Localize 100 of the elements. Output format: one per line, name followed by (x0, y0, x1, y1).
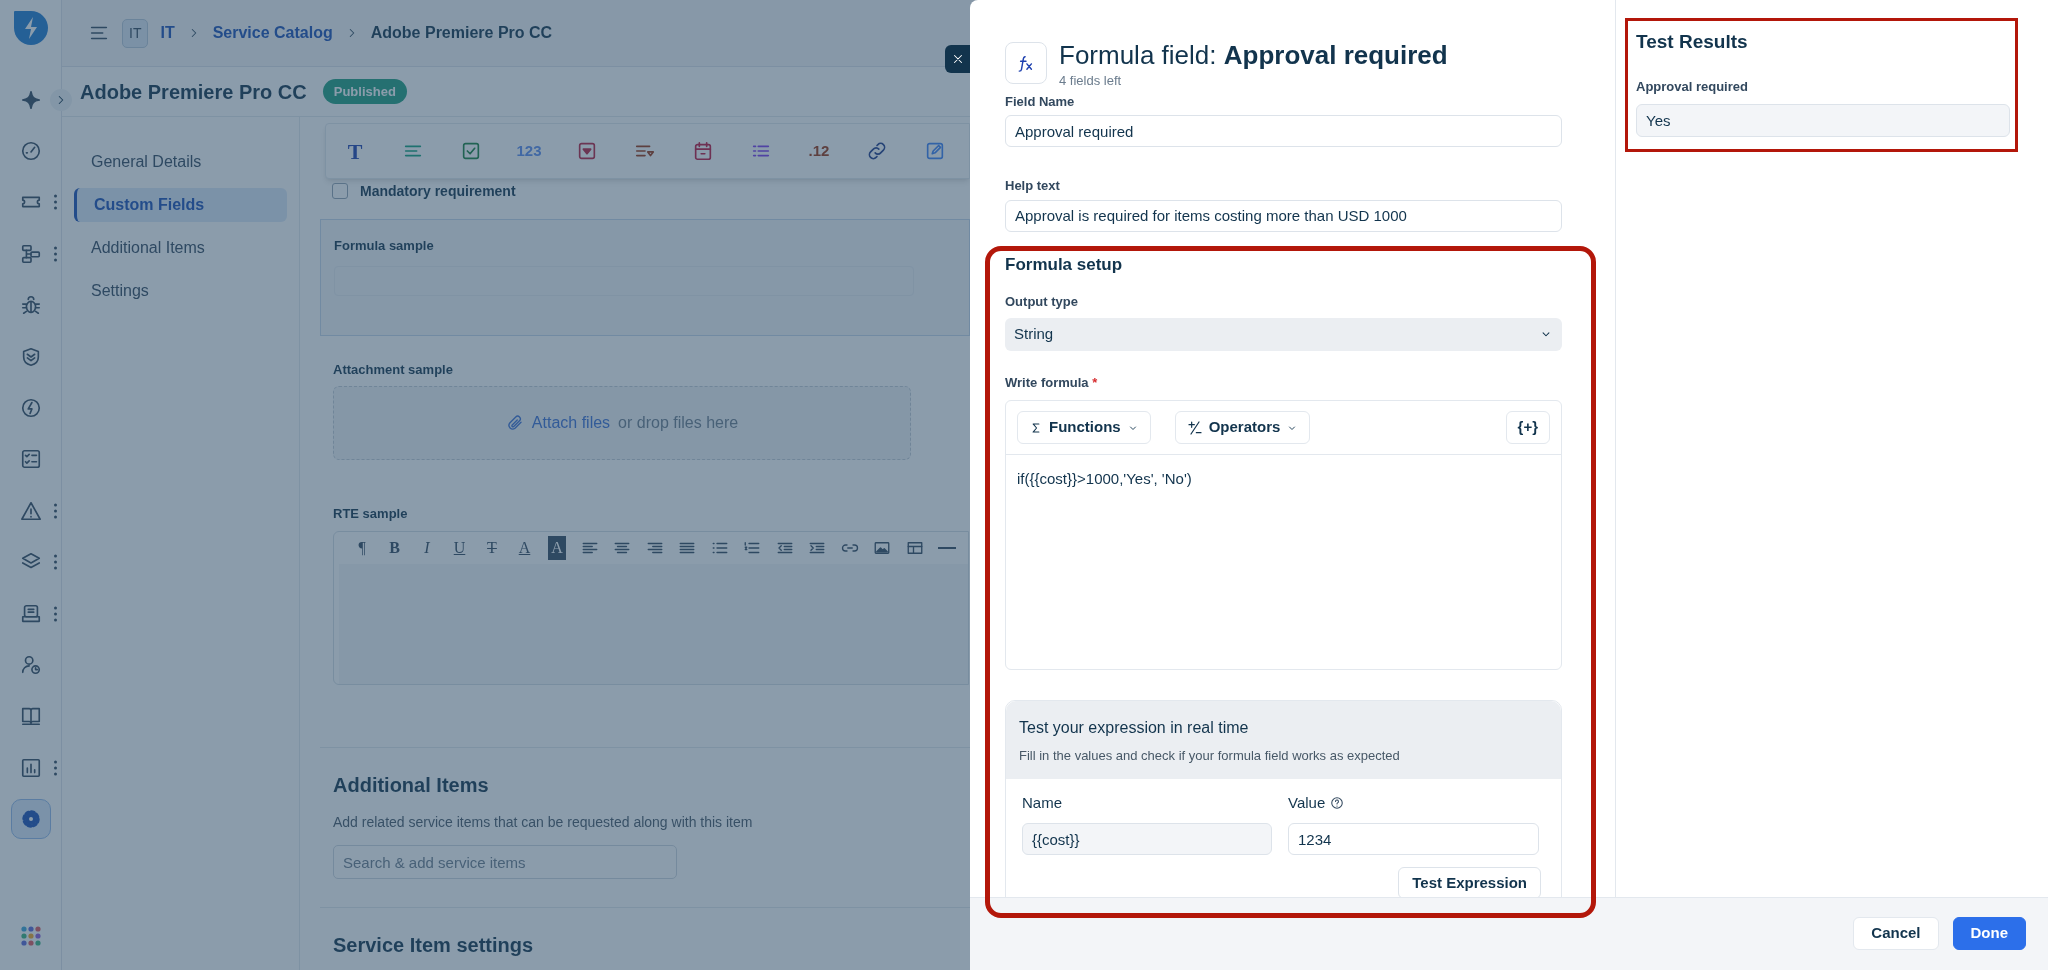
section-title: Service Item settings (333, 934, 534, 956)
settings-icon[interactable] (19, 808, 42, 831)
logo-icon[interactable] (12, 10, 49, 46)
file-dropzone[interactable]: Attach files or drop files here (333, 385, 911, 460)
laptop-icon[interactable] (19, 602, 42, 625)
field-type-button[interactable]: T (347, 134, 363, 168)
more-icon[interactable] (53, 606, 57, 622)
table-icon (905, 539, 924, 557)
calendar-icon (692, 140, 714, 162)
checkbox[interactable] (332, 183, 348, 199)
record-title: Adobe Premiere Pro CC (80, 79, 307, 105)
section-title: Additional Items (333, 773, 489, 798)
cancel-button[interactable]: Cancel (1853, 916, 1939, 950)
format-button[interactable] (873, 539, 891, 557)
format-button[interactable]: B (385, 536, 404, 560)
field-type-button[interactable] (866, 140, 888, 162)
breadcrumb-link[interactable]: IT (160, 21, 175, 45)
nav-item[interactable]: Additional Items (74, 231, 287, 265)
field-label: RTE sample (333, 504, 408, 523)
field-type-button[interactable] (924, 140, 946, 162)
toolbar-dropdown-button[interactable]: Functions (1017, 411, 1151, 444)
more-icon[interactable] (53, 554, 57, 570)
nav-item[interactable]: General Details (74, 145, 287, 179)
formula-editor[interactable]: Functions Operators {+} if({{cost}}>1000,'Yes', 'No') (1005, 400, 1562, 670)
section-description: Add related service items that can be requested along with this item (333, 813, 753, 832)
panel-title: Test your expression in real time (1019, 718, 1250, 738)
diagram-icon[interactable] (19, 242, 42, 265)
field-type-button[interactable]: .12 (808, 139, 830, 163)
function-icon (1017, 54, 1035, 72)
field-label: Field Name (1005, 92, 1076, 111)
close-icon (951, 52, 965, 66)
format-button[interactable]: I (418, 536, 436, 560)
link-icon (866, 140, 888, 162)
format-button[interactable]: T (483, 536, 501, 560)
insert-variable-button[interactable]: {+} (1505, 411, 1550, 444)
more-icon[interactable] (53, 194, 57, 210)
output-type-select[interactable]: String (1005, 317, 1562, 351)
attach-files-link[interactable]: Attach files (531, 410, 611, 435)
toolbar-dropdown-button[interactable]: Operators (1174, 411, 1311, 444)
checkbox-icon (460, 140, 482, 162)
field-label: Approval required (1636, 77, 1749, 96)
dropdown-icon (576, 140, 598, 162)
book-icon[interactable] (19, 705, 42, 728)
gauge-icon[interactable] (19, 140, 42, 163)
format-button[interactable]: U (450, 536, 469, 560)
format-button[interactable]: A (548, 536, 566, 560)
nav-item[interactable]: Custom Fields (74, 188, 287, 222)
panel-description: Fill in the values and check if your formula field works as expected (1019, 747, 1401, 765)
rail-item[interactable] (10, 799, 51, 840)
format-button[interactable]: A (515, 536, 534, 560)
results-title: Test Results (1636, 30, 1749, 54)
more-icon[interactable] (53, 760, 57, 776)
format-button[interactable] (905, 539, 924, 557)
checkbox-label: Mandatory requirement (360, 181, 516, 201)
modal-title: Formula field: Approval required (1059, 40, 1448, 70)
field-label: Attachment sample (333, 361, 453, 379)
checklist-icon[interactable] (19, 448, 42, 471)
field-label: Output type (1005, 293, 1079, 311)
help-icon[interactable] (1330, 795, 1345, 810)
field-label: Help text (1005, 177, 1061, 195)
field-type-button[interactable]: 123 (516, 139, 542, 163)
warning-icon[interactable] (19, 499, 42, 522)
dropzone-hint: or drop files here (618, 412, 739, 433)
breadcrumb-current[interactable]: Adobe Premiere Pro CC (370, 21, 553, 45)
rich-text-editor[interactable]: ¶ B I U T A A (333, 531, 969, 685)
text-field[interactable]: Approval is required for items costing more than USD 1000 (1005, 199, 1562, 232)
person-clock-icon[interactable] (19, 654, 42, 676)
workspace-badge: IT (122, 18, 149, 48)
image-icon (873, 539, 891, 557)
done-button[interactable]: Done (1952, 916, 2026, 950)
bar-chart-icon[interactable] (19, 756, 42, 779)
sparkle-icon[interactable] (19, 88, 42, 111)
status-badge: Published (322, 78, 407, 105)
text-field[interactable]: Approval required (1005, 115, 1562, 147)
nav-item[interactable]: Settings (74, 274, 287, 308)
breadcrumb-link[interactable]: Service Catalog (212, 21, 333, 45)
bolt-icon[interactable] (19, 397, 42, 420)
format-button[interactable]: ¶ (353, 536, 371, 560)
search-field[interactable]: Search & add service items (333, 845, 677, 879)
field-label: Formula sample (334, 237, 434, 255)
more-icon[interactable] (53, 503, 57, 519)
field-label: Value (1288, 792, 1326, 813)
section-title: Formula setup (1005, 253, 1124, 276)
result-field[interactable]: Yes (1636, 104, 2010, 137)
value-field[interactable]: 1234 (1288, 823, 1539, 855)
formula-text: if({{cost}}>1000,'Yes', 'No') (1016, 469, 1193, 489)
edit-icon (924, 140, 946, 162)
bug-icon[interactable] (19, 294, 42, 317)
test-expression-button[interactable]: Test Expression (1398, 867, 1541, 897)
app-grid-icon[interactable] (20, 926, 41, 946)
more-icon[interactable] (53, 246, 57, 262)
field-label: Write formula * (1005, 373, 1099, 392)
close-button[interactable] (945, 45, 971, 73)
horizontal-rule-icon (938, 547, 956, 549)
field-type-button[interactable] (576, 140, 598, 162)
variable-name-field[interactable]: {{cost}} (1022, 823, 1272, 855)
field-label: Name (1022, 792, 1063, 813)
field-type-button[interactable] (692, 140, 714, 162)
field-type-button[interactable] (460, 140, 482, 162)
plus-minus-icon (1186, 419, 1203, 436)
